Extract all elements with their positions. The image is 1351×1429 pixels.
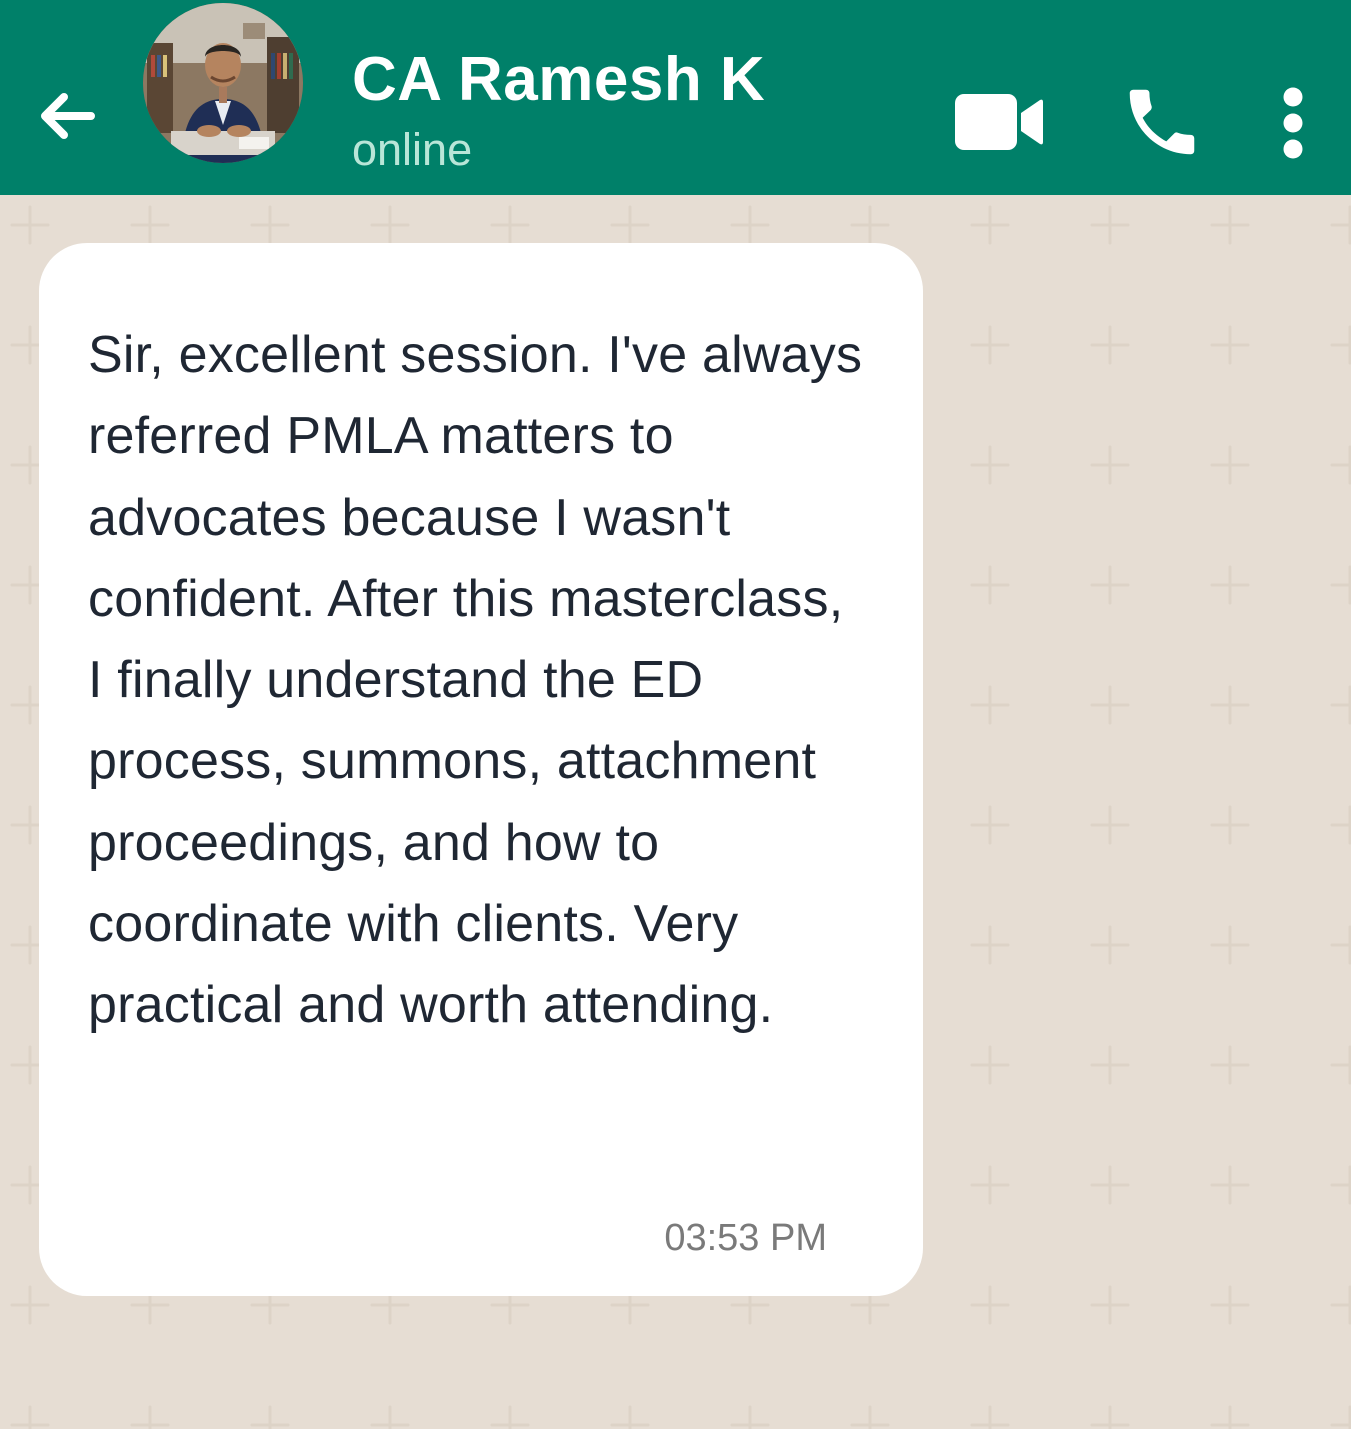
more-vertical-icon: [1283, 87, 1303, 159]
video-camera-icon: [955, 94, 1043, 150]
chat-header: CA Ramesh K online: [0, 0, 1351, 195]
more-options-button[interactable]: [1268, 80, 1318, 166]
back-button[interactable]: [28, 78, 104, 154]
message-timestamp: 03:53 PM: [664, 1217, 827, 1259]
avatar-photo: [143, 3, 303, 163]
contact-avatar[interactable]: [143, 3, 303, 163]
message-text: Sir, excellent session. I've always refe…: [88, 326, 863, 1035]
chat-area[interactable]: Sir, excellent session. I've always refe…: [0, 195, 1351, 1429]
arrow-left-icon: [41, 93, 95, 139]
message-bubble[interactable]: Sir, excellent session. I've always refe…: [39, 243, 923, 1296]
contact-name[interactable]: CA Ramesh K: [352, 44, 765, 115]
phone-icon: [1129, 89, 1195, 155]
contact-status: online: [352, 124, 473, 175]
video-call-button[interactable]: [946, 84, 1052, 160]
voice-call-button[interactable]: [1112, 74, 1212, 170]
